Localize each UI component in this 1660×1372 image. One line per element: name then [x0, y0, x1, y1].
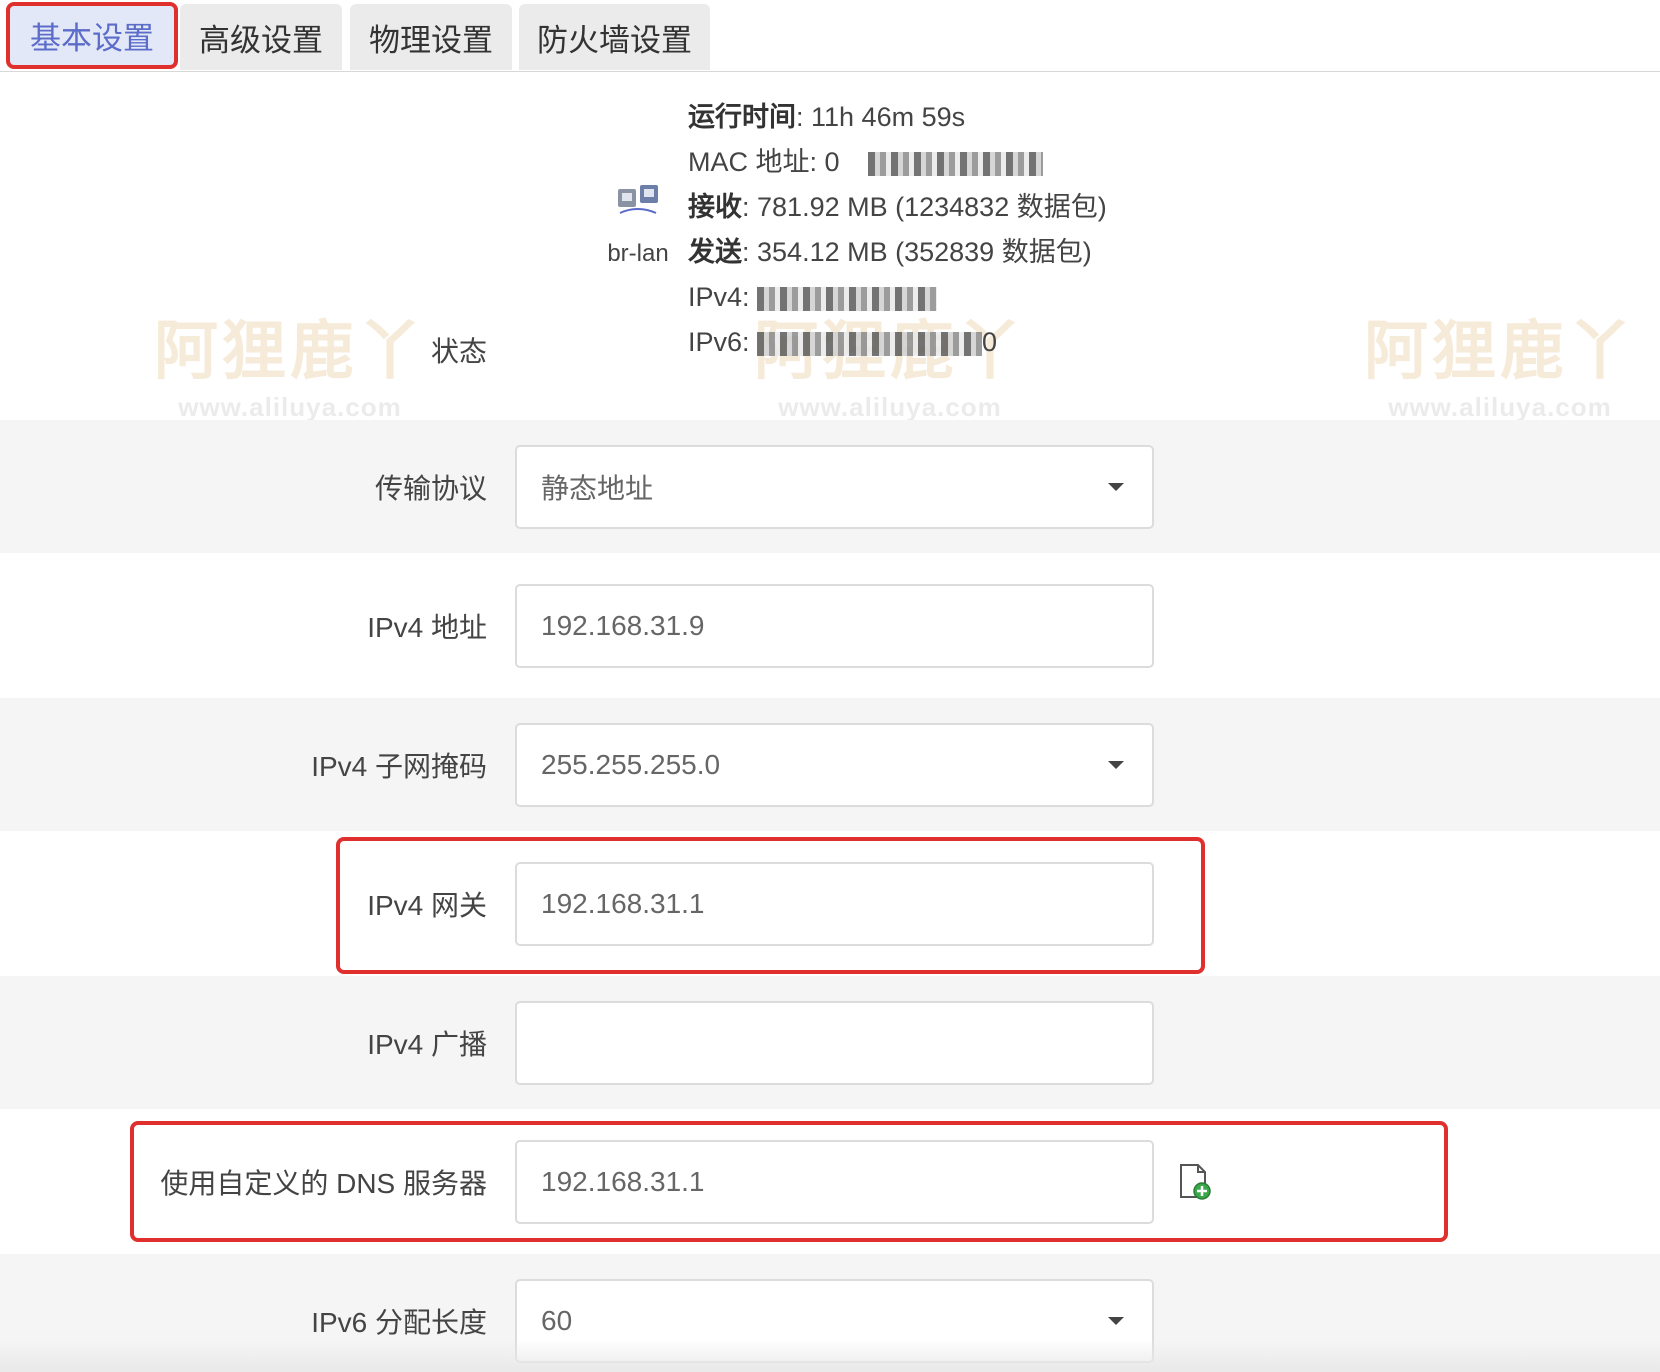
tab-physical-settings[interactable]: 物理设置: [350, 4, 512, 70]
rx-label: 接收: [688, 192, 742, 222]
mac-prefix: 0: [824, 147, 840, 177]
watermark-url: www.aliluya.com: [778, 392, 1002, 422]
ipv4-address-input[interactable]: 192.168.31.9: [515, 583, 1154, 668]
interface-settings-page: 阿狸鹿丫 www.aliluya.com 阿狸鹿丫 www.aliluya.co…: [0, 0, 1660, 1372]
tx-value: 354.12 MB (352839 数据包): [757, 237, 1092, 267]
ipv4-netmask-select[interactable]: 255.255.255.0: [515, 722, 1154, 807]
ipv6-assign-label: IPv6 分配长度: [311, 1306, 487, 1338]
protocol-row: 传输协议 静态地址: [0, 420, 1660, 553]
ipv4-gateway-input[interactable]: 192.168.31.1: [515, 861, 1154, 946]
custom-dns-label: 使用自定义的 DNS 服务器: [160, 1167, 487, 1199]
ipv4-netmask-label: IPv4 子网掩码: [311, 750, 487, 782]
watermark-url: www.aliluya.com: [178, 392, 402, 422]
interface-stats: 运行时间: 11h 46m 59s MAC 地址: 0 接收: 781.92 M…: [688, 102, 1107, 357]
protocol-label: 传输协议: [374, 472, 487, 504]
ipv4-broadcast-row: IPv4 广播: [0, 976, 1660, 1109]
protocol-select[interactable]: 静态地址: [515, 444, 1154, 529]
tab-bar: 基本设置 高级设置 物理设置 防火墙设置: [0, 0, 1660, 72]
watermark: 阿狸鹿丫 www.aliluya.com: [150, 300, 430, 423]
ipv4-status-label: IPv4: [688, 282, 743, 312]
tx-label: 发送: [688, 237, 742, 267]
add-entry-icon[interactable]: [1178, 1163, 1212, 1201]
custom-dns-input[interactable]: 192.168.31.1: [515, 1139, 1154, 1224]
watermark: 阿狸鹿丫 www.aliluya.com: [1360, 300, 1640, 423]
ipv4-broadcast-input[interactable]: [515, 1000, 1154, 1085]
ipv6-status-label: IPv6: [688, 327, 743, 357]
ipv4-gateway-label: IPv4 网关: [367, 889, 487, 921]
bottom-shadow: [0, 1340, 1660, 1372]
ipv4-address-label: IPv4 地址: [367, 611, 487, 643]
tab-advanced-settings[interactable]: 高级设置: [180, 4, 342, 70]
ipv4-netmask-row: IPv4 子网掩码 255.255.255.0: [0, 698, 1660, 831]
interface-badge: br-lan: [603, 183, 673, 268]
custom-dns-row: 使用自定义的 DNS 服务器 192.168.31.1: [0, 1115, 1660, 1248]
chevron-down-icon: [1108, 760, 1124, 769]
watermark-url: www.aliluya.com: [1388, 392, 1612, 422]
chevron-down-icon: [1108, 482, 1124, 491]
watermark-title: 阿狸鹿丫: [1364, 315, 1636, 389]
mac-redacted: [867, 151, 1043, 176]
ipv6-redacted: [757, 331, 983, 356]
tab-firewall-settings[interactable]: 防火墙设置: [519, 4, 710, 70]
chevron-down-icon: [1108, 1316, 1124, 1325]
mac-label: MAC 地址: [688, 147, 810, 177]
rx-value: 781.92 MB (1234832 数据包): [757, 192, 1107, 222]
watermark-title: 阿狸鹿丫: [154, 315, 426, 389]
ipv4-netmask-value: 255.255.255.0: [541, 748, 721, 780]
ipv4-gateway-row: IPv4 网关 192.168.31.1: [0, 837, 1660, 970]
protocol-value: 静态地址: [541, 472, 654, 504]
tab-basic-settings[interactable]: 基本设置: [6, 2, 178, 69]
ipv4-broadcast-label: IPv4 广播: [367, 1028, 487, 1060]
status-label: 状态: [430, 336, 487, 367]
interface-name: br-lan: [607, 240, 669, 267]
ipv6-suffix: 0: [982, 327, 998, 357]
network-port-icon: [618, 185, 658, 214]
ipv4-redacted: [757, 286, 938, 311]
uptime-label: 运行时间: [688, 102, 796, 132]
ipv6-assign-value: 60: [541, 1304, 573, 1336]
uptime-value: 11h 46m 59s: [811, 102, 966, 132]
ipv4-address-row: IPv4 地址 192.168.31.9: [0, 559, 1660, 692]
